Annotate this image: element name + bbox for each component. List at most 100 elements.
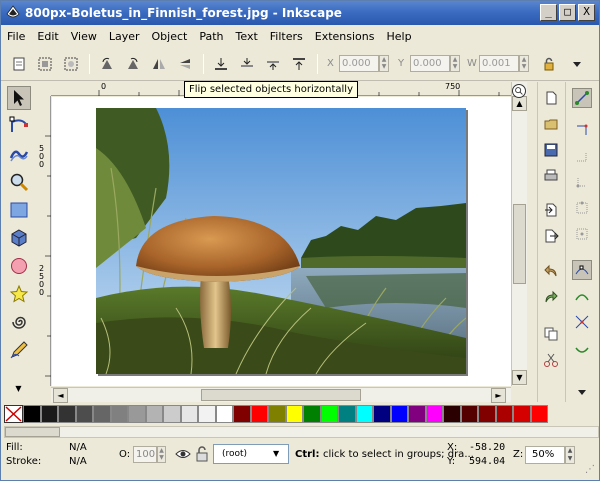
palette-swatch[interactable] bbox=[478, 405, 496, 423]
opacity-field[interactable]: 100 bbox=[133, 446, 157, 463]
pencil-tool-icon[interactable] bbox=[7, 338, 31, 362]
horizontal-scroll-thumb[interactable] bbox=[201, 389, 361, 401]
toolbar-overflow-icon[interactable] bbox=[567, 54, 587, 74]
palette-swatch[interactable] bbox=[460, 405, 478, 423]
ellipse-tool-icon[interactable] bbox=[7, 254, 31, 278]
no-paint-swatch[interactable] bbox=[4, 405, 23, 423]
palette-swatch[interactable] bbox=[373, 405, 391, 423]
palette-swatch[interactable] bbox=[513, 405, 531, 423]
resize-grip-icon[interactable]: ⋰ bbox=[585, 464, 595, 475]
undo-icon[interactable] bbox=[541, 262, 561, 282]
snap-bbox-edge-icon[interactable] bbox=[572, 146, 592, 166]
palette-swatch[interactable] bbox=[198, 405, 216, 423]
menu-layer[interactable]: Layer bbox=[103, 30, 146, 43]
deselect-icon[interactable] bbox=[61, 54, 81, 74]
horizontal-scrollbar[interactable]: ◄ ► bbox=[51, 387, 511, 403]
toolbox-scroll-down-icon[interactable]: ▼ bbox=[11, 382, 26, 397]
menu-path[interactable]: Path bbox=[193, 30, 229, 43]
node-tool-icon[interactable] bbox=[7, 114, 31, 138]
palette-swatch[interactable] bbox=[128, 405, 146, 423]
palette-scroll-thumb[interactable] bbox=[5, 427, 60, 437]
open-folder-icon[interactable] bbox=[541, 114, 561, 134]
zoom-tool-icon[interactable] bbox=[7, 170, 31, 194]
palette-swatch[interactable] bbox=[40, 405, 58, 423]
scroll-down-icon[interactable]: ▼ bbox=[512, 370, 527, 385]
menu-view[interactable]: View bbox=[65, 30, 103, 43]
snap-nodes-icon[interactable] bbox=[572, 260, 592, 280]
selector-tool-icon[interactable] bbox=[7, 86, 31, 110]
menu-help[interactable]: Help bbox=[380, 30, 417, 43]
palette-swatch[interactable] bbox=[355, 405, 373, 423]
vertical-scroll-thumb[interactable] bbox=[513, 204, 526, 284]
menu-filters[interactable]: Filters bbox=[264, 30, 309, 43]
maximize-button[interactable]: □ bbox=[559, 4, 576, 21]
layer-lock-icon[interactable] bbox=[195, 446, 209, 465]
palette-swatch[interactable] bbox=[338, 405, 356, 423]
palette-swatch[interactable] bbox=[145, 405, 163, 423]
palette-swatch[interactable] bbox=[93, 405, 111, 423]
x-field[interactable]: 0.000 bbox=[339, 55, 379, 72]
lock-icon[interactable] bbox=[539, 54, 559, 74]
palette-scrollbar[interactable] bbox=[4, 426, 599, 438]
snap-bbox-center-icon[interactable] bbox=[572, 224, 592, 244]
palette-swatch[interactable] bbox=[303, 405, 321, 423]
palette-swatch[interactable] bbox=[408, 405, 426, 423]
palette-swatch[interactable] bbox=[180, 405, 198, 423]
snapbar-scroll-down-icon[interactable] bbox=[572, 382, 592, 402]
palette-swatch[interactable] bbox=[215, 405, 233, 423]
snap-toggle-icon[interactable] bbox=[572, 88, 592, 108]
minimize-button[interactable]: _ bbox=[540, 4, 557, 21]
flip-vertical-icon[interactable] bbox=[175, 54, 195, 74]
w-field[interactable]: 0.001 bbox=[479, 55, 519, 72]
spiral-tool-icon[interactable] bbox=[7, 310, 31, 334]
raise-icon[interactable] bbox=[263, 54, 283, 74]
palette-swatch[interactable] bbox=[110, 405, 128, 423]
palette-swatch[interactable] bbox=[250, 405, 268, 423]
palette-swatch[interactable] bbox=[163, 405, 181, 423]
layer-visibility-icon[interactable] bbox=[175, 446, 191, 465]
snap-bbox-mid-icon[interactable] bbox=[572, 198, 592, 218]
star-tool-icon[interactable] bbox=[7, 282, 31, 306]
scroll-left-icon[interactable]: ◄ bbox=[53, 388, 68, 403]
chevron-down-icon[interactable]: ▼ bbox=[273, 449, 279, 458]
rotate-cw-icon[interactable] bbox=[123, 54, 143, 74]
menu-object[interactable]: Object bbox=[146, 30, 194, 43]
print-icon[interactable] bbox=[541, 166, 561, 186]
export-icon[interactable] bbox=[541, 226, 561, 246]
palette-swatch[interactable] bbox=[495, 405, 513, 423]
copy-icon[interactable] bbox=[541, 324, 561, 344]
y-spin[interactable]: ▲ ▼ bbox=[450, 55, 460, 72]
rectangle-tool-icon[interactable] bbox=[7, 198, 31, 222]
snap-bbox-corner-icon[interactable] bbox=[572, 172, 592, 192]
scroll-right-icon[interactable]: ► bbox=[491, 388, 506, 403]
3d-box-tool-icon[interactable] bbox=[7, 226, 31, 250]
snap-smooth-nodes-icon[interactable] bbox=[572, 338, 592, 358]
palette-swatch[interactable] bbox=[58, 405, 76, 423]
palette-swatch[interactable] bbox=[425, 405, 443, 423]
boletus-photo[interactable] bbox=[96, 108, 466, 374]
select-all-layers-icon[interactable] bbox=[35, 54, 55, 74]
palette-swatch[interactable] bbox=[285, 405, 303, 423]
menu-extensions[interactable]: Extensions bbox=[309, 30, 381, 43]
palette-swatch[interactable] bbox=[23, 405, 41, 423]
tweak-tool-icon[interactable] bbox=[7, 142, 31, 166]
import-icon[interactable] bbox=[541, 200, 561, 220]
palette-swatch[interactable] bbox=[320, 405, 338, 423]
palette-swatch[interactable] bbox=[443, 405, 461, 423]
snap-paths-icon[interactable] bbox=[572, 286, 592, 306]
palette-swatch[interactable] bbox=[390, 405, 408, 423]
save-icon[interactable] bbox=[541, 140, 561, 160]
cut-icon[interactable] bbox=[541, 350, 561, 370]
raise-to-top-icon[interactable] bbox=[289, 54, 309, 74]
flip-horizontal-icon[interactable] bbox=[149, 54, 169, 74]
w-spin[interactable]: ▲ ▼ bbox=[519, 55, 529, 72]
zoom-field[interactable]: 50% bbox=[525, 446, 565, 464]
menu-text[interactable]: Text bbox=[230, 30, 264, 43]
palette-swatch[interactable] bbox=[530, 405, 548, 423]
lower-to-bottom-icon[interactable] bbox=[211, 54, 231, 74]
menu-edit[interactable]: Edit bbox=[31, 30, 64, 43]
menu-file[interactable]: File bbox=[1, 30, 31, 43]
select-all-icon[interactable] bbox=[9, 54, 29, 74]
redo-icon[interactable] bbox=[541, 288, 561, 308]
snap-bbox-icon[interactable] bbox=[572, 120, 592, 140]
